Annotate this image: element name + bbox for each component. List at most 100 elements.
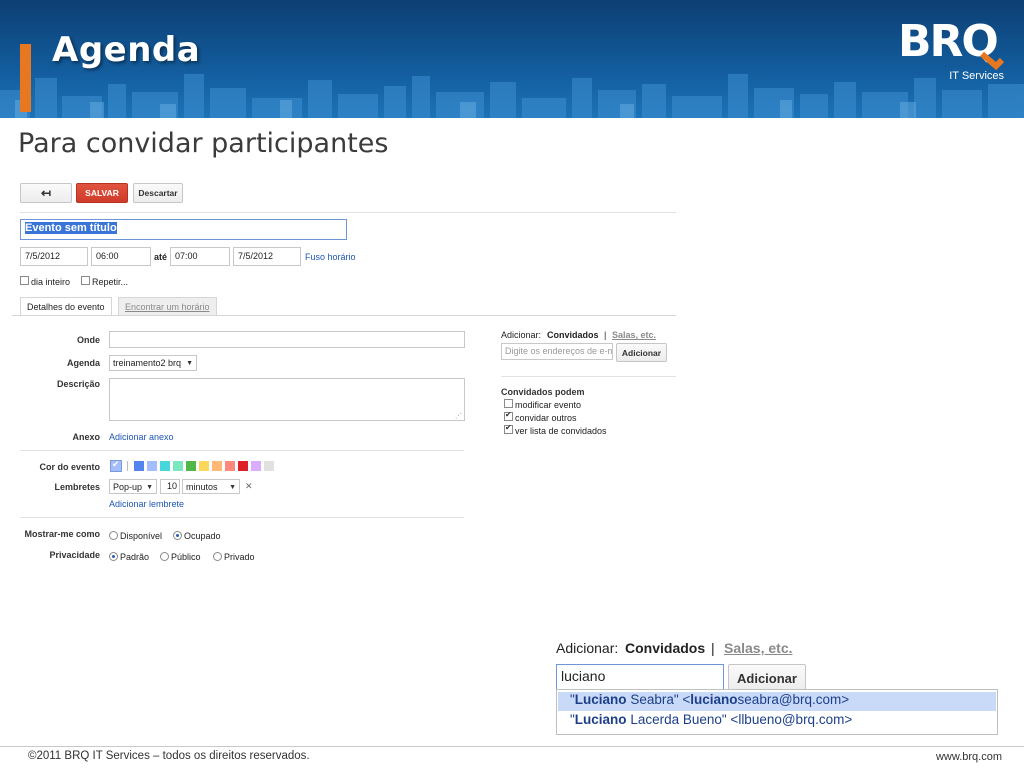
divider xyxy=(501,376,676,377)
calendar-select-value: treinamento2 brq xyxy=(113,358,182,368)
calendar-label: Agenda xyxy=(66,358,100,368)
color-swatch[interactable] xyxy=(186,461,196,471)
privacy-public-radio[interactable] xyxy=(160,552,169,561)
suggestion-item[interactable]: "Luciano Seabra" <lucianoseabra@brq.com> xyxy=(558,692,996,711)
tabs-divider xyxy=(12,315,676,316)
show-as-label: Mostrar-me como xyxy=(24,529,100,539)
zoom-add-button[interactable]: Adicionar xyxy=(728,664,806,692)
reminder-type-value: Pop-up xyxy=(113,482,143,492)
suggestion-name: Seabra" < xyxy=(626,692,691,707)
event-color-label: Cor do evento xyxy=(39,462,100,472)
guest-email-input[interactable]: Digite os endereços de e-mail xyxy=(501,343,613,360)
reminders-label: Lembretes xyxy=(54,482,100,492)
chevron-down-icon: ▼ xyxy=(229,484,236,491)
suggestion-email-match: luciano xyxy=(690,692,738,707)
zoom-tab-guests[interactable]: Convidados xyxy=(625,640,705,656)
description-label: Descrição xyxy=(56,379,100,389)
perm-invite-checkbox[interactable] xyxy=(504,410,513,421)
privacy-private-label: Privado xyxy=(224,552,255,562)
color-swatch[interactable] xyxy=(147,461,157,471)
show-as-busy-label: Ocupado xyxy=(184,531,221,541)
add-attachment-link[interactable]: Adicionar anexo xyxy=(109,432,174,442)
reminder-type-select[interactable]: Pop-up ▼ xyxy=(109,479,157,494)
suggestion-name: Lacerda Bueno" <llbueno@brq.com> xyxy=(626,712,853,727)
add-guest-button[interactable]: Adicionar xyxy=(616,343,667,362)
perm-see-list-checkbox[interactable] xyxy=(504,423,513,434)
zoom-tab-rooms[interactable]: Salas, etc. xyxy=(724,640,793,656)
description-textarea[interactable]: ⋰ xyxy=(109,378,465,421)
where-label: Onde xyxy=(76,335,100,345)
perm-invite-label: convidar outros xyxy=(515,413,577,423)
guest-email-placeholder: Digite os endereços de e-mail xyxy=(505,346,613,356)
show-as-busy-radio[interactable] xyxy=(173,531,182,540)
divider xyxy=(20,212,676,213)
until-label: até xyxy=(154,252,168,262)
slide: Agenda BRQ IT Services Para convidar par… xyxy=(0,0,1024,768)
start-date-input[interactable]: 7/5/2012 xyxy=(20,247,88,266)
color-swatch[interactable] xyxy=(199,461,209,471)
reminder-unit-value: minutos xyxy=(186,482,218,492)
color-default-swatch[interactable]: ✔ xyxy=(110,459,122,472)
privacy-private-radio[interactable] xyxy=(213,552,222,561)
suggestion-email: seabra@brq.com> xyxy=(737,692,850,707)
swatch-separator xyxy=(127,461,128,471)
footer-divider xyxy=(0,746,1024,747)
timezone-link[interactable]: Fuso horário xyxy=(305,252,356,262)
resize-handle-icon[interactable]: ⋰ xyxy=(455,412,462,420)
privacy-default-label: Padrão xyxy=(120,552,150,562)
color-swatch[interactable] xyxy=(238,461,248,471)
chevron-down-icon: ▼ xyxy=(146,484,153,491)
tab-find-time[interactable]: Encontrar um horário xyxy=(118,297,217,315)
footer-website[interactable]: www.brq.com xyxy=(936,751,1002,763)
guests-add-label: Adicionar: xyxy=(501,330,542,340)
color-swatch[interactable] xyxy=(173,461,183,471)
footer-copyright: ©2011 BRQ IT Services – todos os direito… xyxy=(28,750,310,762)
calendar-select[interactable]: treinamento2 brq ▼ xyxy=(109,355,197,371)
show-as-available-label: Disponível xyxy=(120,531,163,541)
color-swatch[interactable] xyxy=(225,461,235,471)
color-swatch[interactable] xyxy=(264,461,274,471)
suggestion-match: Luciano xyxy=(574,692,627,707)
add-reminder-link[interactable]: Adicionar lembrete xyxy=(109,499,184,509)
repeat-checkbox[interactable] xyxy=(81,276,90,285)
perm-modify-label: modificar evento xyxy=(515,400,582,410)
allday-label: dia inteiro xyxy=(31,277,71,287)
color-swatch[interactable] xyxy=(212,461,222,471)
suggestion-match: Luciano xyxy=(574,712,627,727)
repeat-label: Repetir... xyxy=(92,277,129,287)
zoom-tab-separator: | xyxy=(711,640,715,656)
attachment-label: Anexo xyxy=(72,432,100,442)
color-swatch[interactable] xyxy=(160,461,170,471)
zoom-add-label: Adicionar: xyxy=(556,640,619,656)
discard-button[interactable]: Descartar xyxy=(133,183,183,203)
zoom-guest-input[interactable]: luciano xyxy=(556,664,724,690)
check-icon: ✔ xyxy=(112,459,120,469)
privacy-public-label: Público xyxy=(171,552,201,562)
save-button[interactable]: SALVAR xyxy=(76,183,128,203)
remove-reminder-icon[interactable]: ✕ xyxy=(245,481,253,492)
end-date-input[interactable]: 7/5/2012 xyxy=(233,247,301,266)
privacy-default-radio[interactable] xyxy=(109,552,118,561)
tab-rooms[interactable]: Salas, etc. xyxy=(612,330,656,340)
guest-suggestions-list: "Luciano Seabra" <lucianoseabra@brq.com>… xyxy=(556,689,998,735)
guests-tab-separator: | xyxy=(604,330,607,340)
where-input[interactable] xyxy=(109,331,465,348)
tab-guests[interactable]: Convidados xyxy=(547,330,599,340)
end-time-input[interactable]: 07:00 xyxy=(170,247,230,266)
back-arrow-icon: ↤ xyxy=(40,186,52,200)
color-swatch[interactable] xyxy=(251,461,261,471)
perm-modify-checkbox[interactable] xyxy=(504,399,513,408)
start-time-input[interactable]: 06:00 xyxy=(91,247,151,266)
perm-see-list-label: ver lista de convidados xyxy=(515,426,607,436)
back-button[interactable]: ↤ xyxy=(20,183,72,203)
color-swatch[interactable] xyxy=(134,461,144,471)
reminder-value-input[interactable]: 10 xyxy=(160,479,180,494)
guest-permissions-title: Convidados podem xyxy=(501,387,585,397)
show-as-available-radio[interactable] xyxy=(109,531,118,540)
suggestion-item[interactable]: "Luciano Lacerda Bueno" <llbueno@brq.com… xyxy=(558,712,996,731)
event-title-input[interactable]: Evento sem título xyxy=(20,219,347,240)
allday-checkbox[interactable] xyxy=(20,276,29,285)
divider xyxy=(20,517,464,518)
reminder-unit-select[interactable]: minutos ▼ xyxy=(182,479,240,494)
tab-event-details[interactable]: Detalhes do evento xyxy=(20,297,112,316)
